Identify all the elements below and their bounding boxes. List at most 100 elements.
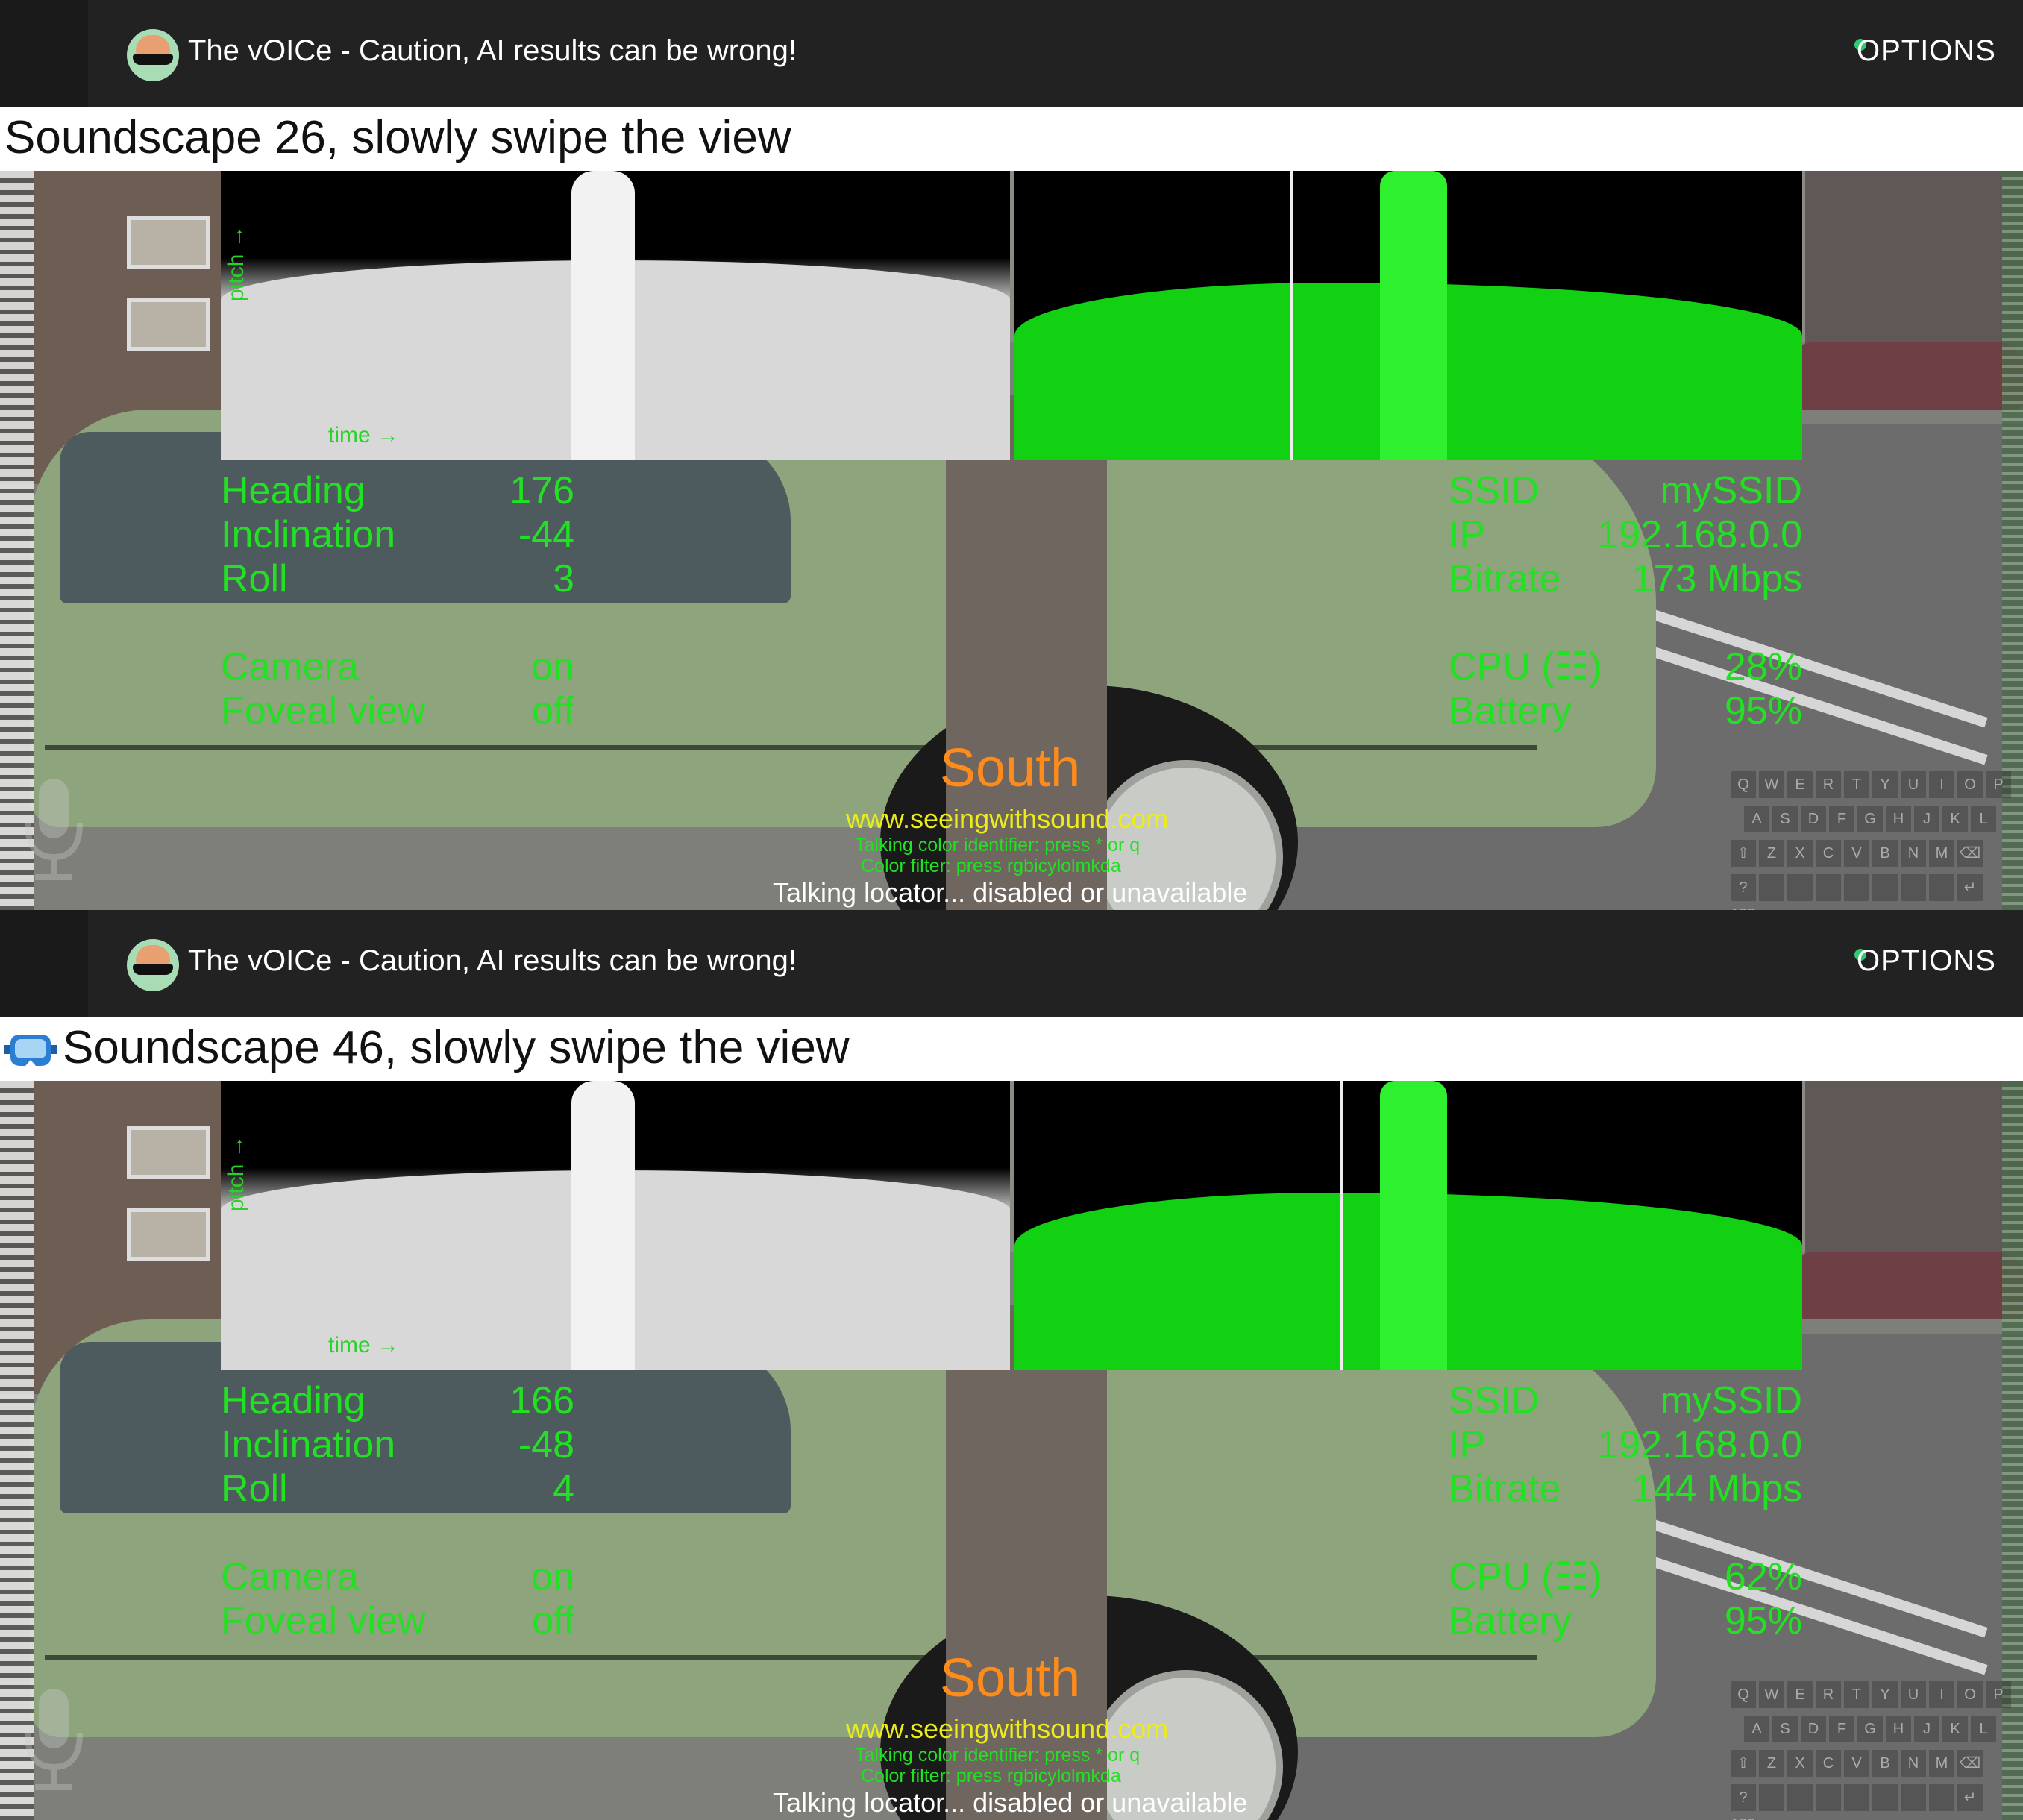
keyboard-key[interactable]: ↵: [1957, 874, 1983, 901]
keyboard-key[interactable]: T: [1844, 771, 1869, 798]
keyboard-key[interactable]: [1787, 874, 1813, 901]
keyboard-key[interactable]: G: [1857, 806, 1883, 832]
keyboard-key[interactable]: F: [1829, 806, 1854, 832]
keyboard-key[interactable]: H: [1886, 806, 1911, 832]
inclination-row: Inclination -44: [221, 513, 574, 556]
on-screen-keyboard[interactable]: QWERTYUIOP ASDFGHJKL ⇧ZXCVBNM⌫ ?123 ↵: [1731, 771, 2017, 910]
keyboard-key[interactable]: C: [1816, 840, 1841, 867]
depth-map-view: [221, 171, 1010, 460]
keyboard-key[interactable]: ⇧: [1731, 1750, 1756, 1777]
house: [1805, 1081, 2023, 1275]
foveal-view-row: Foveal view off: [221, 1599, 574, 1642]
keyboard-key[interactable]: [1901, 874, 1926, 901]
keyboard-key[interactable]: E: [1787, 1681, 1813, 1708]
options-button[interactable]: OPTIONS: [1857, 34, 1996, 68]
keyboard-key[interactable]: C: [1816, 1750, 1841, 1777]
keyboard-key[interactable]: ⇧: [1731, 840, 1756, 867]
keyboard-key[interactable]: S: [1772, 806, 1798, 832]
website-link[interactable]: www.seeingwithsound.com: [846, 803, 1168, 835]
microphone-icon[interactable]: [16, 775, 91, 887]
keyboard-key[interactable]: N: [1901, 1750, 1926, 1777]
keyboard-key[interactable]: B: [1872, 1750, 1898, 1777]
keyboard-key[interactable]: V: [1844, 1750, 1869, 1777]
keyboard-key[interactable]: N: [1901, 840, 1926, 867]
keyboard-key[interactable]: K: [1942, 1716, 1968, 1742]
keyboard-key[interactable]: Q: [1731, 771, 1756, 798]
keyboard-key[interactable]: [1759, 1784, 1784, 1811]
keyboard-key[interactable]: K: [1942, 806, 1968, 832]
keyboard-key[interactable]: W: [1759, 1681, 1784, 1708]
keyboard-key[interactable]: ?123: [1731, 1784, 1756, 1820]
keyboard-key[interactable]: H: [1886, 1716, 1911, 1742]
keyboard-key[interactable]: Z: [1759, 1750, 1784, 1777]
keyboard-key[interactable]: D: [1801, 1716, 1826, 1742]
keyboard-key[interactable]: Y: [1872, 1681, 1898, 1708]
keyboard-key[interactable]: I: [1929, 1681, 1954, 1708]
keyboard-key[interactable]: E: [1787, 771, 1813, 798]
camera-view[interactable]: pitch → time → Heading 166 Inclination -48…: [0, 1081, 2023, 1820]
keyboard-key[interactable]: [1929, 1784, 1954, 1811]
ip-row: IP 192.168.0.0: [1449, 513, 1802, 556]
ip-row: IP 192.168.0.0: [1449, 1423, 1802, 1466]
keyboard-key[interactable]: [1816, 874, 1841, 901]
compass-direction: South: [940, 1648, 1081, 1708]
keyboard-key[interactable]: [1901, 1784, 1926, 1811]
keyboard-key[interactable]: [1844, 874, 1869, 901]
keyboard-key[interactable]: F: [1829, 1716, 1854, 1742]
time-axis-label: time →: [328, 1333, 400, 1358]
camera-view[interactable]: pitch → time → Heading 176 Inclination -44…: [0, 171, 2023, 910]
house: [1805, 171, 2023, 365]
on-screen-keyboard[interactable]: QWERTYUIOP ASDFGHJKL ⇧ZXCVBNM⌫ ?123 ↵: [1731, 1681, 2017, 1820]
keyboard-key[interactable]: [1759, 874, 1784, 901]
microphone-icon[interactable]: [16, 1685, 91, 1797]
keyboard-key[interactable]: M: [1929, 1750, 1954, 1777]
keyboard-key[interactable]: X: [1787, 840, 1813, 867]
app-brain-icon: [127, 29, 179, 81]
keyboard-key[interactable]: I: [1929, 771, 1954, 798]
color-filter-hint: Color filter: press rgbicylolmkda: [861, 1766, 1121, 1786]
keyboard-key[interactable]: P: [1986, 771, 2011, 798]
keyboard-key[interactable]: B: [1872, 840, 1898, 867]
keyboard-key[interactable]: S: [1772, 1716, 1798, 1742]
website-link[interactable]: www.seeingwithsound.com: [846, 1713, 1168, 1745]
keyboard-key[interactable]: G: [1857, 1716, 1883, 1742]
heading-row: Heading 176: [221, 469, 574, 512]
keyboard-key[interactable]: [1787, 1784, 1813, 1811]
keyboard-key[interactable]: D: [1801, 806, 1826, 832]
keyboard-key[interactable]: O: [1957, 771, 1983, 798]
keyboard-key[interactable]: ?123: [1731, 874, 1756, 910]
keyboard-key[interactable]: L: [1971, 1716, 1996, 1742]
inclination-row: Inclination -48: [221, 1423, 574, 1466]
keyboard-key[interactable]: W: [1759, 771, 1784, 798]
keyboard-key[interactable]: [1872, 874, 1898, 901]
keyboard-key[interactable]: [1816, 1784, 1841, 1811]
keyboard-key[interactable]: V: [1844, 840, 1869, 867]
app-title: The vOICe - Caution, AI results can be w…: [188, 944, 797, 977]
keyboard-key[interactable]: R: [1816, 771, 1841, 798]
keyboard-key[interactable]: R: [1816, 1681, 1841, 1708]
keyboard-key[interactable]: U: [1901, 1681, 1926, 1708]
keyboard-key[interactable]: O: [1957, 1681, 1983, 1708]
keyboard-key[interactable]: T: [1844, 1681, 1869, 1708]
keyboard-key[interactable]: M: [1929, 840, 1954, 867]
keyboard-key[interactable]: U: [1901, 771, 1926, 798]
keyboard-key[interactable]: J: [1914, 806, 1939, 832]
keyboard-key[interactable]: Z: [1759, 840, 1784, 867]
pitch-axis-label: pitch →: [224, 225, 248, 301]
keyboard-key[interactable]: Y: [1872, 771, 1898, 798]
keyboard-key[interactable]: [1844, 1784, 1869, 1811]
cpu-row: CPU (☷) 62%: [1449, 1555, 1802, 1598]
options-button[interactable]: OPTIONS: [1857, 944, 1996, 978]
keyboard-key[interactable]: J: [1914, 1716, 1939, 1742]
keyboard-key[interactable]: Q: [1731, 1681, 1756, 1708]
keyboard-key[interactable]: [1929, 874, 1954, 901]
keyboard-key[interactable]: L: [1971, 806, 1996, 832]
keyboard-key[interactable]: ⌫: [1957, 1750, 1983, 1777]
keyboard-key[interactable]: P: [1986, 1681, 2011, 1708]
keyboard-key[interactable]: A: [1744, 1716, 1769, 1742]
keyboard-key[interactable]: ⌫: [1957, 840, 1983, 867]
keyboard-key[interactable]: ↵: [1957, 1784, 1983, 1811]
keyboard-key[interactable]: A: [1744, 806, 1769, 832]
keyboard-key[interactable]: X: [1787, 1750, 1813, 1777]
keyboard-key[interactable]: [1872, 1784, 1898, 1811]
